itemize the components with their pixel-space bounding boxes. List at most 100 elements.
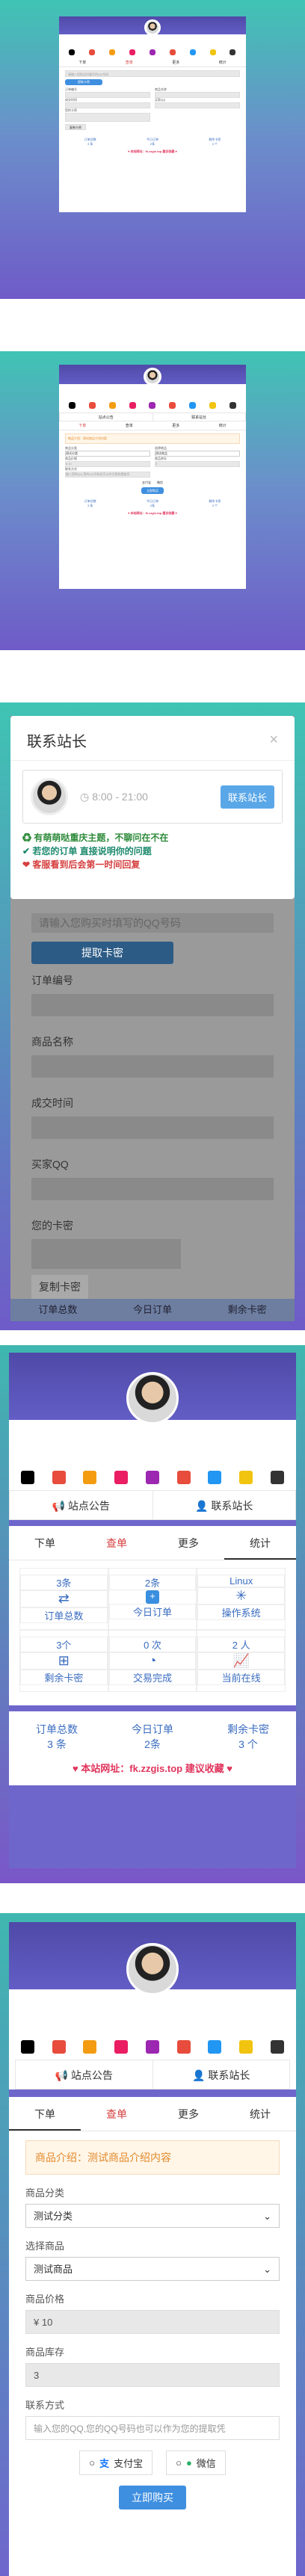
query-form: 请输入您购买时填写的QQ号码 提取卡密 订单编号 成交时间 您的卡密 商品名称 买家Q… <box>59 67 246 133</box>
order-form: 商品介绍：测试商品介绍内容 商品分类 测试分类 ⌄ 选择商品 测试商品 ⌄ 商品价格… <box>9 2131 296 2529</box>
tab-query[interactable]: 查单 <box>81 1526 152 1560</box>
pie-chart-icon: ◔ <box>108 1652 197 1670</box>
copy-button[interactable]: 复制卡密 <box>31 1275 88 1299</box>
footer-stats: 订单总数 3 条今日订单 2条 剩余卡密 3 个 <box>84 138 221 146</box>
screenshot-modal: 请输入您购买时填写的QQ号码 提取卡密 订单编号 商品名称 成交时间 买家QQ … <box>0 702 305 1330</box>
tabs: 下单 查单 更多 统计 <box>9 2097 296 2131</box>
tab-query[interactable]: 查单 <box>81 2097 152 2131</box>
avatar <box>126 1372 179 1424</box>
site-link[interactable]: ♥ 本站网址：fk.zzgis.top 建议收藏 ♥ <box>59 149 246 154</box>
contact-button[interactable]: 👤 联系站长 <box>153 1491 296 1519</box>
clock-icon: ◷ <box>80 790 90 803</box>
app-icon-row <box>9 2034 296 2060</box>
card-field <box>65 113 150 122</box>
shuffle-icon: ⇄ <box>20 1590 108 1607</box>
hero-banner <box>59 365 246 398</box>
price-field: ¥ 10 <box>25 2310 280 2334</box>
qq-field <box>155 102 240 108</box>
contact-button[interactable]: 👤 联系站长 <box>153 2060 290 2089</box>
price-field: ¥ 10 <box>65 461 150 467</box>
avatar <box>144 368 161 386</box>
site-link[interactable]: ♥ 本站网址：fk.zzgis.top 建议收藏 ♥ <box>9 1761 296 1775</box>
chevron-down-icon: ⌄ <box>263 2211 271 2222</box>
alipay-icon: 支 <box>99 2458 110 2469</box>
category-select[interactable]: 测试分类 ⌄ <box>25 2204 280 2228</box>
nav-bar: 📢 站点公告 👤 联系站长 <box>15 2060 290 2089</box>
copy-button[interactable]: 复制卡密 <box>65 124 86 130</box>
tab-query[interactable]: 查单 <box>106 421 153 430</box>
megaphone-icon: 📢 <box>55 2069 69 2081</box>
footer-stats: 订单总数 3 条今日订单 2条 剩余卡密 3 个 <box>84 499 221 507</box>
tabs: 下单 查单 更多 统计 <box>59 58 246 67</box>
stock-field: 3 <box>155 461 240 467</box>
tab-more[interactable]: 更多 <box>152 1526 224 1560</box>
chevron-down-icon: ⌄ <box>263 2264 271 2275</box>
tab-stats[interactable]: 统计 <box>200 421 247 430</box>
nav-bar: 站点公告 联系站长 <box>59 413 246 421</box>
stats-card: 📢 站点公告 👤 联系站长 下单 查单 更多 统计 3条 ⇄ 订单总数 2条 + 今日订单 Li… <box>9 1353 296 1868</box>
notice-button[interactable]: 📢 站点公告 <box>16 2060 153 2089</box>
refresh-icon: ♻ <box>22 833 32 843</box>
wechat-option[interactable]: ○ ● 微信 <box>166 2450 226 2475</box>
service-hours: 8:00 - 21:00 <box>92 791 148 803</box>
product-intro: 商品介绍：测试商品介绍内容 <box>65 433 240 444</box>
extract-button[interactable]: 提取卡密 <box>65 79 102 85</box>
thumb-card: 下单 查单 更多 统计 请输入您购买时填写的QQ号码 提取卡密 订单编号 成交时间 您的卡… <box>59 16 246 212</box>
megaphone-icon: 📢 <box>52 1500 66 1512</box>
contact-input[interactable]: 输入您的QQ,您的QQ号码也可以作为您的提取凭 <box>65 472 150 478</box>
alipay-option[interactable]: ○ 支支付宝 <box>79 2450 153 2475</box>
tab-order[interactable]: 下单 <box>59 421 106 430</box>
tabs: 下单 查单 更多 统计 <box>59 421 246 430</box>
order-card: 📢 站点公告 👤 联系站长 下单 查单 更多 统计 商品介绍：测试商品介绍内容 商品分类… <box>9 1922 296 2576</box>
contact-box: ◷ 8:00 - 21:00 联系站长 <box>22 770 283 824</box>
category-select[interactable]: 测试分类 <box>65 451 150 457</box>
tab-more[interactable]: 更多 <box>152 421 200 430</box>
product-intro: 商品介绍：测试商品介绍内容 <box>25 2140 280 2175</box>
contact-input[interactable]: 输入您的QQ,您的QQ号码也可以作为您的提取凭 <box>25 2416 280 2440</box>
product-select[interactable]: 测试商品 ⌄ <box>25 2257 280 2281</box>
line-chart-icon: 📈 <box>197 1652 285 1670</box>
alipay-option[interactable]: 支付宝 <box>142 481 151 485</box>
contact-owner-button[interactable]: 联系站长 <box>220 785 274 809</box>
heart-icon: ❤ <box>22 859 31 870</box>
tab-order[interactable]: 下单 <box>59 58 106 67</box>
notice-button[interactable]: 站点公告 <box>60 413 153 421</box>
app-icon-row <box>59 398 246 413</box>
app-icon-row <box>59 46 246 58</box>
buy-button[interactable]: 立即购买 <box>141 487 164 494</box>
tab-order[interactable]: 下单 <box>9 2097 81 2131</box>
qq-query-input[interactable]: 请输入您购买时填写的QQ号码 <box>65 70 240 77</box>
tab-more[interactable]: 更多 <box>152 2097 224 2131</box>
order-no-field <box>65 92 150 98</box>
contact-button[interactable]: 联系站长 <box>153 413 246 421</box>
product-select[interactable]: 测试商品 <box>155 451 240 457</box>
extract-button[interactable]: 提取卡密 <box>31 942 173 964</box>
radio-icon: ○ <box>176 2457 182 2468</box>
tab-stats[interactable]: 统计 <box>200 58 247 67</box>
buy-button[interactable]: 立即购买 <box>119 2486 186 2509</box>
notice-button[interactable]: 📢 站点公告 <box>10 1491 153 1519</box>
avatar <box>126 1943 179 1995</box>
site-link[interactable]: ♥ 本站网址：fk.zzgis.top 建议收藏 ♥ <box>59 511 246 516</box>
sitemap-icon: ⊞ <box>20 1652 108 1670</box>
tab-stats[interactable]: 统计 <box>224 1526 296 1560</box>
hero-banner <box>9 1922 296 2034</box>
time-field <box>65 102 150 108</box>
footer-stats: 订单总数 3 条今日订单 2条 剩余卡密 3 个 <box>36 1723 269 1750</box>
wechat-option[interactable]: 微信 <box>157 481 163 485</box>
product-field <box>155 92 240 98</box>
hero-banner <box>9 1353 296 1465</box>
qq-query-input[interactable]: 请输入您购买时填写的QQ号码 <box>31 913 274 933</box>
tab-order[interactable]: 下单 <box>9 1526 81 1560</box>
compass-icon: ✳ <box>197 1587 285 1604</box>
tab-more[interactable]: 更多 <box>152 58 200 67</box>
wechat-icon: ● <box>185 2457 192 2468</box>
thumb-card-2: 站点公告 联系站长 下单 查单 更多 统计 商品介绍：测试商品介绍内容 商品分类 测试分类… <box>59 365 246 589</box>
avatar <box>31 778 68 815</box>
contact-modal: 联系站长 × ◷ 8:00 - 21:00 联系站长 ♻ 有萌萌哒重庆主题，不聊… <box>10 716 295 899</box>
tab-query[interactable]: 查单 <box>106 58 153 67</box>
close-icon[interactable]: × <box>269 732 278 749</box>
stats-grid: 3条 ⇄ 订单总数 2条 + 今日订单 Linux ✳ 操作系统 3个 ⊞ 剩余卡密 0 次 ◔ 交… <box>19 1568 286 1692</box>
tab-stats[interactable]: 统计 <box>224 2097 296 2131</box>
nav-bar: 📢 站点公告 👤 联系站长 <box>9 1490 296 1520</box>
